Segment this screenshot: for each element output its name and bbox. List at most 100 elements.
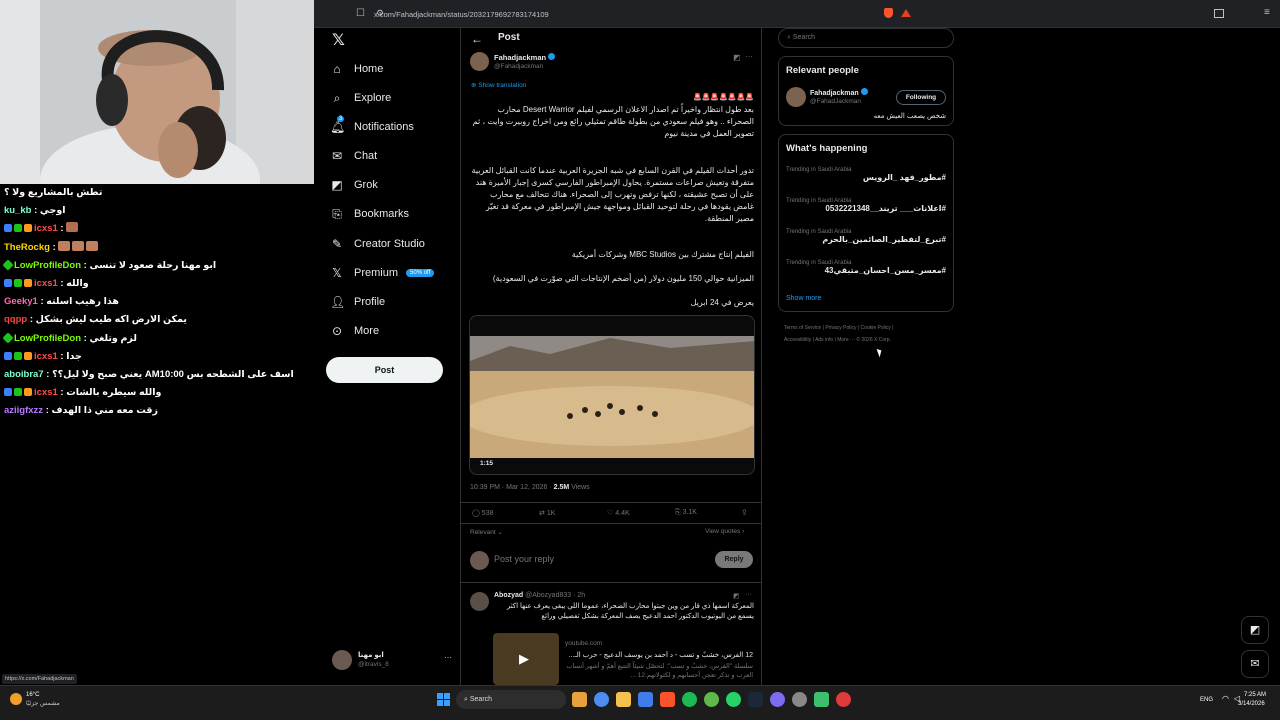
bookmark-icon: ⎘ [332,206,342,221]
grok-float-button[interactable]: ◩ [1241,616,1269,644]
account-switcher[interactable]: ابو مهنا @itravis_8 ··· [332,648,456,674]
whatsapp-icon[interactable] [726,692,741,707]
repost-icon: ⇄ [539,510,545,517]
search-input[interactable]: ⌕ Search [778,28,954,48]
reply-avatar [470,551,489,570]
bookmark-action[interactable]: ⎘ 3.1K [675,509,697,517]
chat-message: LowProfileDon : ابو مهنا رحلة صعود لا تن… [0,257,314,275]
person-name[interactable]: Fahadjackman [810,88,868,97]
settings-icon[interactable] [792,692,807,707]
grok-action-icon[interactable]: ◩ [733,53,741,62]
nav-explore[interactable]: ⌕ Explore [330,87,392,109]
discord-icon[interactable] [770,692,785,707]
chat-message: ku_kb : اوجي [4,205,66,217]
more-dots-icon: ··· [444,653,452,662]
nav-creator-studio[interactable]: ✎ Creator Studio [330,233,425,255]
relevant-people-card: Relevant people Fahadjackman @FahadJackm… [778,56,954,126]
xbox-icon[interactable] [704,692,719,707]
view-quotes-link[interactable]: View quotes › [705,528,744,535]
spotify-icon[interactable] [682,692,697,707]
x-logo-icon[interactable]: 𝕏 [332,30,345,50]
stream-chat: تطش بالمشاريع ولا ؟ ku_kb : اوجي icxs1 :… [0,184,314,674]
trend-item[interactable]: Trending in Saudi Arabia #معسر_مسن_احسان_… [786,260,946,275]
nav-home[interactable]: ⌂ Home [330,58,383,80]
start-button[interactable] [437,693,450,706]
streamer-webcam-image [0,0,314,184]
home-icon: ⌂ [333,62,341,76]
right-sidebar: ⌕ Search Relevant people Fahadjackman @F… [776,28,956,685]
chat-message: icxs1 : والله سيطره بالشات [0,384,314,402]
trend-item[interactable]: Trending in Saudi Arabia #مطور_فهد _الروي… [786,167,946,182]
card-title: 12 الفرس، خشبٌ و تسب - د أحمد بن يوسف ال… [568,652,753,659]
weather-icon [10,693,22,705]
nav-profile[interactable]: 👤︎ Profile [330,291,385,313]
following-button[interactable]: Following [896,90,946,105]
share-icon[interactable]: ⇪ [741,508,748,517]
copilot-icon[interactable] [594,692,609,707]
nav-notifications[interactable]: 🔔︎ 3 Notifications [330,116,414,138]
reply-author-avatar[interactable] [470,592,489,611]
weather-widget[interactable]: 16°C مشمس جزئيًا [10,691,80,715]
back-arrow-icon[interactable]: ← [471,32,483,46]
nav-bookmarks[interactable]: ⎘ Bookmarks [330,203,409,225]
play-icon: ▶ [519,651,529,666]
post-emojis: 🚨🚨🚨🚨🚨🚨🚨 [692,94,754,101]
wifi-icon[interactable]: ◠ [1222,694,1229,703]
clock-date[interactable]: 3/14/2026 [1238,701,1265,707]
relevance-dropdown[interactable]: Relevant ⌄ [470,528,503,536]
brave-icon[interactable] [660,692,675,707]
trend-item[interactable]: Trending in Saudi Arabia #اعلانات___ ترين… [786,198,946,213]
video-player[interactable]: 1:15 [469,315,755,475]
reply-grok-icon[interactable]: ◩ [733,592,740,600]
reply-button[interactable]: Reply [715,551,753,568]
creator-studio-icon: ✎ [331,237,343,251]
app-icon[interactable] [572,692,587,707]
comment-icon: ◯ [472,510,480,517]
steam-icon[interactable] [748,692,763,707]
app-icon[interactable] [814,692,829,707]
reply-input[interactable]: Post your reply [494,554,554,564]
like-action[interactable]: ♡ 4.4K [607,509,630,517]
person-avatar[interactable] [786,87,806,107]
taskbar-search[interactable]: ⌕ Search [456,690,566,709]
search-icon: ⌕ [787,34,791,41]
show-more-link[interactable]: Show more [786,295,821,302]
post-paragraph: الميزانية حوالي 150 مليون دولار (من أضخم… [492,274,754,283]
chat-message: icxs1 : جدا [0,348,314,366]
person-handle: @FahadJackman [810,98,862,105]
language-indicator[interactable]: ENG [1200,697,1213,703]
youtube-thumbnail: ▶ [493,633,559,685]
nav-chat[interactable]: ✉ Chat [330,145,377,167]
chat-message: تطش بالمشاريع ولا ؟ [4,187,103,198]
repost-action[interactable]: ⇄ 1K [539,509,555,517]
nav-premium[interactable]: 𝕏 Premium 50% off [330,262,435,284]
chat-message: Geeky1 : هذا رهيب اسلته [4,296,119,308]
menu-icon[interactable]: ≡ [1264,7,1270,18]
x-premium-icon: 𝕏 [332,266,342,280]
address-bar[interactable]: x.com/Fahadjackman/status/20321796927831… [374,8,919,22]
store-icon[interactable] [638,692,653,707]
nav-grok[interactable]: ◩ Grok [330,174,378,196]
left-navigation: 𝕏 ⌂ Home ⌕ Explore 🔔︎ 3 Notifications ✉ Chat … [326,28,456,685]
post-more-icon[interactable]: ··· [745,52,753,61]
reply-action[interactable]: ◯ 538 [472,509,493,517]
nav-more[interactable]: ⊙ More [330,320,379,342]
sidebar-icon[interactable] [1214,9,1224,18]
author-name[interactable]: Fahadjackman [494,53,556,62]
author-handle: @Fahadjackman [494,63,544,70]
post-button[interactable]: Post [326,357,443,383]
clock-time[interactable]: 7:25 AM [1244,692,1266,698]
show-translation-link[interactable]: ⊕ Show translation [471,81,526,89]
whats-happening-card: What's happening Trending in Saudi Arabi… [778,134,954,312]
author-avatar[interactable] [470,52,489,71]
reply-more-icon[interactable]: ··· [745,591,752,598]
webcam-overlay [0,0,314,184]
link-preview-card[interactable]: ▶ youtube.com 12 الفرس، خشبٌ و تسب - د أ… [493,629,755,685]
messages-float-button[interactable]: ✉ [1241,650,1269,678]
chat-message: aboibra7 : يعني صبح ولا ليل؟؟ AMاسف على … [4,368,294,380]
chat-message: qqpp : يمكن الارض اكه طيب ليش بشكل [4,314,187,326]
obs-icon[interactable] [836,692,851,707]
bookmark-star-icon[interactable]: ☐ [356,8,365,19]
trend-item[interactable]: Trending in Saudi Arabia #تبرع_لتفطير_الص… [786,229,946,244]
file-explorer-icon[interactable] [616,692,631,707]
